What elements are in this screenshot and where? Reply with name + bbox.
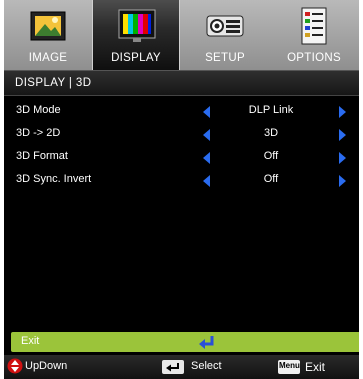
tab-display[interactable]: DISPLAY [92, 0, 180, 70]
options-icon [301, 7, 327, 45]
tab-image[interactable]: IMAGE [4, 0, 92, 70]
updown-icon [7, 358, 23, 374]
tab-setup[interactable]: SETUP [181, 0, 269, 70]
arrow-right-icon[interactable] [339, 129, 346, 141]
footer-select-label: Select [191, 360, 222, 372]
setting-value: Off [263, 173, 279, 185]
setting-value: DLP Link [248, 104, 294, 116]
setting-value: 3D [263, 127, 279, 139]
footer-hints: UpDown Select Menu Exit [4, 355, 359, 379]
setting-row-3d-mode[interactable]: 3D Mode DLP Link [4, 101, 359, 121]
enter-key-icon [162, 360, 184, 374]
tab-label-display: DISPLAY [111, 52, 161, 64]
setting-row-3d-to-2d[interactable]: 3D -> 2D 3D [4, 124, 359, 144]
arrow-left-icon[interactable] [203, 152, 210, 164]
menu-key-icon: Menu [278, 360, 300, 374]
setting-label: 3D Mode [16, 104, 61, 116]
arrow-left-icon[interactable] [203, 106, 210, 118]
tab-options[interactable]: OPTIONS [270, 0, 358, 70]
setting-value: Off [263, 150, 279, 162]
setting-row-3d-format[interactable]: 3D Format Off [4, 147, 359, 167]
footer-updown-label: UpDown [25, 360, 68, 372]
arrow-right-icon[interactable] [339, 152, 346, 164]
arrow-right-icon[interactable] [339, 106, 346, 118]
arrow-left-icon[interactable] [203, 129, 210, 141]
exit-row[interactable]: Exit [11, 332, 359, 352]
setting-row-3d-sync-invert[interactable]: 3D Sync. Invert Off [4, 170, 359, 190]
tab-label-options: OPTIONS [287, 52, 341, 64]
exit-label: Exit [21, 335, 40, 347]
tab-bar: IMAGE DISPLAY SETUP OPTIONS [4, 0, 359, 70]
menu-key-text: Menu [279, 361, 300, 370]
breadcrumb-text: DISPLAY | 3D [15, 77, 92, 89]
setting-label: 3D -> 2D [16, 127, 61, 139]
arrow-left-icon[interactable] [203, 175, 210, 187]
osd-menu: IMAGE DISPLAY SETUP OPTIONS DISPLAY | 3D… [4, 0, 359, 379]
display-icon [118, 9, 156, 42]
setting-label: 3D Sync. Invert [16, 173, 92, 185]
image-icon [30, 11, 66, 41]
projector-icon [206, 15, 244, 37]
enter-icon [199, 336, 214, 349]
setting-label: 3D Format [16, 150, 68, 162]
breadcrumb: DISPLAY | 3D [4, 70, 359, 96]
tab-label-image: IMAGE [28, 52, 68, 64]
tab-label-setup: SETUP [205, 52, 245, 64]
arrow-right-icon[interactable] [339, 175, 346, 187]
footer-exit-label: Exit [305, 360, 326, 374]
